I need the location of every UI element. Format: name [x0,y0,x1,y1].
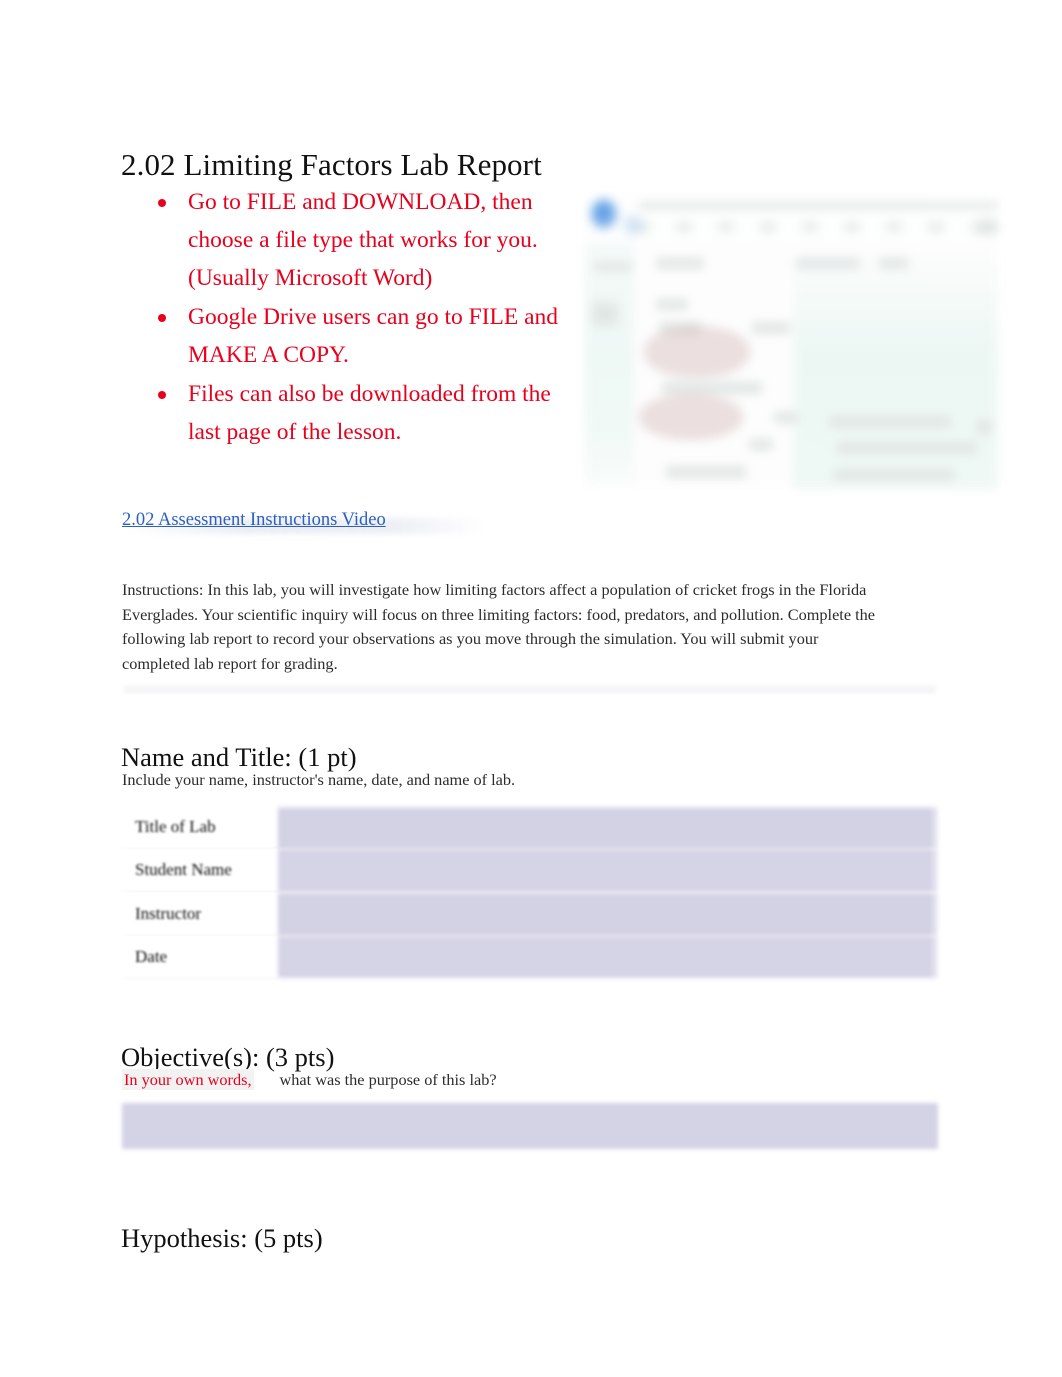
screenshot-text-line [656,299,688,310]
table-cell-input-date[interactable] [278,936,938,979]
bullet-dot-icon [158,314,166,322]
name-and-title-note: Include your name, instructor's name, da… [122,770,516,789]
screenshot-text-line [752,322,790,334]
screenshot-text-line [592,302,618,326]
section-divider [124,686,936,693]
list-item: Files can also be downloaded from the la… [150,375,580,451]
screenshot-text-line [666,466,746,478]
list-item-label: Go to FILE and DOWNLOAD, then choose a f… [188,189,538,291]
screenshot-text-line [594,262,632,271]
table-cell-input-title-of-lab[interactable] [278,806,938,849]
screenshot-toolbar-icons [634,222,974,232]
download-instructions-list: Go to FILE and DOWNLOAD, then choose a f… [150,183,580,452]
assessment-instructions-video-link[interactable]: 2.02 Assessment Instructions Video [122,507,386,533]
screenshot-diagram-shape [644,326,750,378]
page-title: 2.02 Limiting Factors Lab Report [121,146,542,182]
document-page: 2.02 Limiting Factors Lab Report Go to F… [0,0,1062,1377]
screenshot-menubar [639,202,949,209]
screenshot-text-line [879,258,909,269]
screenshot-text-line [837,442,977,454]
objectives-question: In your own words, what was the purpose o… [122,1068,497,1092]
screenshot-text-line [834,469,954,481]
list-item-label: Google Drive users can go to FILE and MA… [188,304,559,368]
embedded-screenshot-image [584,194,998,489]
table-row: Student Name [121,849,938,892]
screenshot-app-icon [591,199,617,229]
screenshot-diagram-shape [639,394,743,440]
screenshot-text-line [976,420,992,434]
screenshot-avatar-icon [622,214,644,236]
bullet-dot-icon [158,391,166,399]
table-cell-label: Instructor [121,893,278,936]
section-heading-hypothesis: Hypothesis: (5 pts) [121,1222,323,1253]
table-cell-label: Title of Lab [121,806,278,849]
screenshot-text-line [796,258,860,269]
screenshot-text-line [829,416,951,428]
objectives-question-rest: what was the purpose of this lab? [279,1070,497,1089]
table-row: Title of Lab [121,806,938,849]
table-row: Date [121,936,938,979]
list-item: Go to FILE and DOWNLOAD, then choose a f… [150,183,580,297]
table-cell-input-student-name[interactable] [278,849,938,892]
table-row: Instructor [121,893,938,936]
screenshot-text-line [656,258,704,269]
screenshot-text-line [662,382,762,394]
screenshot-menubar-secondary [924,202,998,209]
bullet-dot-icon [158,199,166,207]
table-cell-input-instructor[interactable] [278,893,938,936]
objectives-answer-input[interactable] [122,1103,938,1149]
instructions-paragraph: Instructions: In this lab, you will inve… [122,580,876,674]
screenshot-toolbar-icon-extra [976,220,998,234]
name-and-title-table: Title of Lab Student Name Instructor Dat… [121,806,938,980]
table-cell-label: Date [121,936,278,979]
list-item-label: Files can also be downloaded from the la… [188,381,551,445]
objectives-question-emphasis: In your own words, [122,1069,254,1090]
screenshot-text-line [774,412,798,423]
table-cell-label: Student Name [121,849,278,892]
screenshot-text-line [749,439,773,450]
list-item: Google Drive users can go to FILE and MA… [150,298,580,374]
